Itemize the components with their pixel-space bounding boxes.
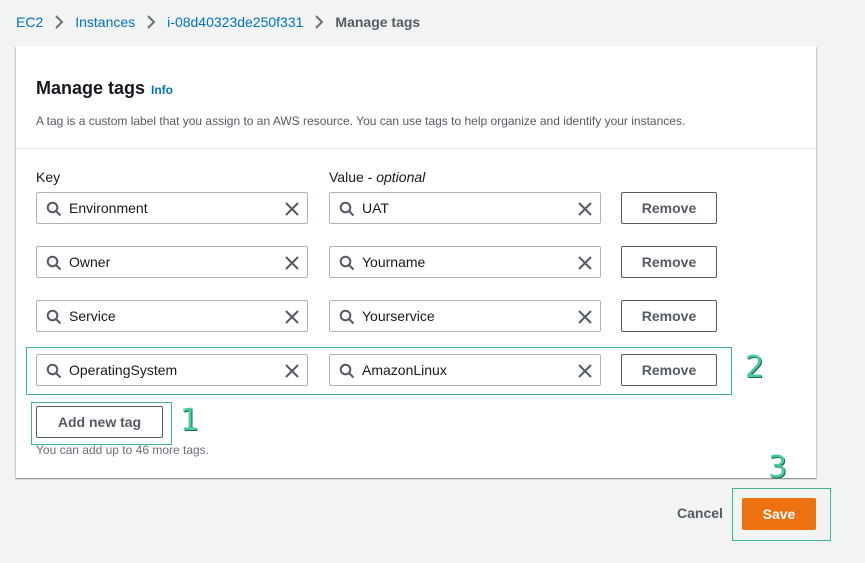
panel-description: A tag is a custom label that you assign … xyxy=(36,114,686,128)
close-icon[interactable] xyxy=(284,201,300,217)
panel-header: Manage tags Info A tag is a custom label… xyxy=(16,46,816,149)
tag-key-input[interactable]: Environment xyxy=(36,192,308,224)
tag-key-value: Service xyxy=(69,308,116,324)
close-icon[interactable] xyxy=(577,309,593,325)
chevron-right-icon xyxy=(135,15,167,29)
search-icon xyxy=(46,309,62,325)
tag-key-input[interactable]: Owner xyxy=(36,246,308,278)
info-link[interactable]: Info xyxy=(151,83,173,97)
annotation-box-add-tag xyxy=(31,402,172,445)
close-icon[interactable] xyxy=(284,309,300,325)
annotation-box-save xyxy=(732,488,831,541)
tag-key-value: Owner xyxy=(69,254,111,270)
page-title: Manage tags xyxy=(36,78,146,98)
tag-key-input[interactable]: Service xyxy=(36,300,308,332)
cancel-button[interactable]: Cancel xyxy=(677,505,723,521)
breadcrumb-instances[interactable]: Instances xyxy=(75,14,135,30)
value-column-label: Value - optional xyxy=(329,169,425,185)
tag-value-input[interactable]: Yourname xyxy=(329,246,601,278)
tag-value-input[interactable]: UAT xyxy=(329,192,601,224)
breadcrumb-instance-id[interactable]: i-08d40323de250f331 xyxy=(167,14,303,30)
tag-row: Environment UAT Remove xyxy=(36,192,736,224)
tag-value-input[interactable]: Yourservice xyxy=(329,300,601,332)
annotation-box-tag-row xyxy=(26,347,732,395)
search-icon xyxy=(46,255,62,271)
breadcrumb-current: Manage tags xyxy=(335,14,421,30)
search-icon xyxy=(339,255,355,271)
close-icon[interactable] xyxy=(577,255,593,271)
tag-row: Service Yourservice Remove xyxy=(36,300,736,332)
value-label-text: Value - xyxy=(329,169,377,185)
value-label-optional: optional xyxy=(376,169,426,185)
chevron-right-icon xyxy=(303,15,335,29)
tag-value-text: Yourservice xyxy=(362,308,435,324)
tag-value-text: Yourname xyxy=(362,254,426,270)
chevron-right-icon xyxy=(43,15,75,29)
remove-tag-button[interactable]: Remove xyxy=(621,192,717,224)
search-icon xyxy=(46,201,62,217)
search-icon xyxy=(339,309,355,325)
tag-limit-hint: You can add up to 46 more tags. xyxy=(36,443,210,457)
remove-tag-button[interactable]: Remove xyxy=(621,246,717,278)
annotation-number-1: 1 xyxy=(180,403,200,438)
key-column-label: Key xyxy=(36,169,61,185)
search-icon xyxy=(339,201,355,217)
close-icon[interactable] xyxy=(577,201,593,217)
breadcrumb-ec2[interactable]: EC2 xyxy=(16,14,43,30)
annotation-number-2: 2 xyxy=(745,350,765,385)
tag-row: Owner Yourname Remove xyxy=(36,246,736,278)
tag-key-value: Environment xyxy=(69,200,148,216)
breadcrumb: EC2 Instances i-08d40323de250f331 Manage… xyxy=(16,12,420,32)
tag-value-text: UAT xyxy=(362,200,389,216)
remove-tag-button[interactable]: Remove xyxy=(621,300,717,332)
close-icon[interactable] xyxy=(284,255,300,271)
annotation-number-3: 3 xyxy=(768,450,788,485)
